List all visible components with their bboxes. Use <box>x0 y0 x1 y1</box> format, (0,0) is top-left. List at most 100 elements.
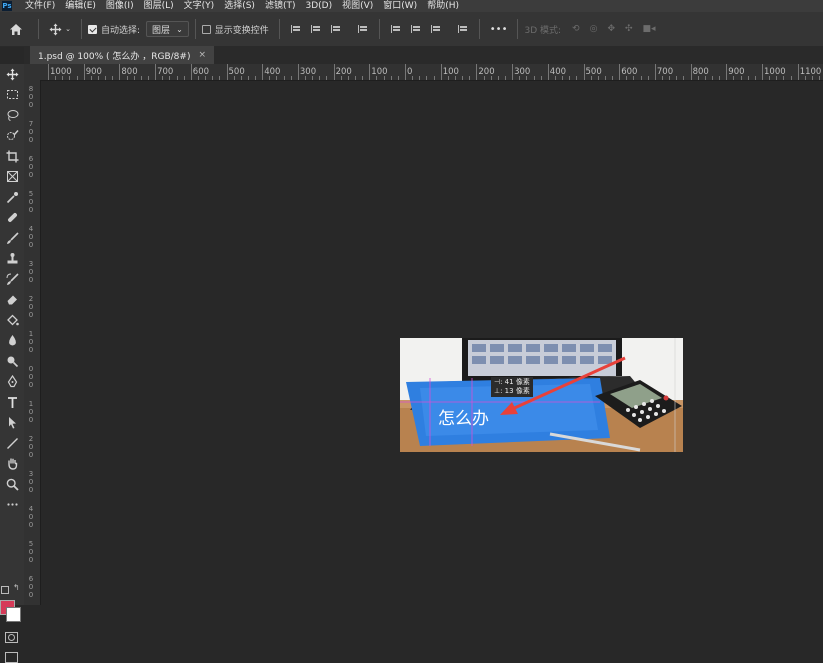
ruler-label: 0 <box>28 365 34 373</box>
text-layer[interactable]: 怎么办 <box>438 404 489 429</box>
ruler-tick <box>276 76 278 80</box>
align-top-icon[interactable] <box>390 24 401 34</box>
vertical-ruler[interactable]: 8007006005004003002001000001002003004005… <box>24 80 41 605</box>
ruler-tick <box>469 76 471 80</box>
quick-select-icon <box>6 130 19 141</box>
ruler-label: 500 <box>585 67 602 77</box>
eyedropper-tool[interactable] <box>0 187 24 208</box>
move-tool[interactable] <box>0 64 24 85</box>
ruler-label: 0 <box>28 101 34 109</box>
ruler-label: 2 <box>28 295 34 303</box>
ruler-tick <box>219 76 221 80</box>
ruler-tick <box>397 76 399 80</box>
line-tool[interactable] <box>0 433 24 454</box>
clone-stamp-tool[interactable] <box>0 249 24 270</box>
ruler-label: 0 <box>28 338 34 346</box>
align-bottom-icon[interactable] <box>430 24 441 34</box>
ruler-tick <box>183 76 185 80</box>
auto-select-target-value: 图层 <box>152 25 171 36</box>
more-tools-button[interactable] <box>0 495 24 516</box>
pan-3d-icon[interactable]: ✥ <box>607 24 615 34</box>
quick-select-tool[interactable] <box>0 126 24 147</box>
ruler-tick <box>226 64 228 80</box>
distribute-h-icon[interactable] <box>357 24 368 34</box>
menu-layer[interactable]: 图层(L) <box>139 0 179 12</box>
menu-3d[interactable]: 3D(D) <box>300 0 337 12</box>
ruler-tick <box>262 64 264 80</box>
menu-filter[interactable]: 滤镜(T) <box>260 0 301 12</box>
frame-tool[interactable] <box>0 167 24 188</box>
default-colors-icon[interactable] <box>1 586 9 594</box>
ruler-tick <box>483 76 485 80</box>
zoom-tool[interactable] <box>0 474 24 495</box>
orbit-3d-icon[interactable]: ⟲ <box>572 24 580 34</box>
quick-mask-icon <box>8 634 15 641</box>
paint-bucket-tool[interactable] <box>0 310 24 331</box>
ruler-tick <box>126 76 128 80</box>
ruler-label: 1000 <box>764 67 786 77</box>
divider <box>378 19 380 39</box>
ruler-tick <box>640 76 642 80</box>
menu-file[interactable]: 文件(F) <box>20 0 60 12</box>
move-tool-preset-button[interactable]: ⌄ <box>45 23 75 36</box>
lasso-tool[interactable] <box>0 105 24 126</box>
auto-select-checkbox[interactable] <box>88 24 97 34</box>
photoshop-logo-icon[interactable]: Ps <box>2 1 12 11</box>
more-options-button[interactable]: ••• <box>490 24 508 35</box>
show-transform-checkbox[interactable] <box>201 24 211 34</box>
ruler-tick <box>440 64 442 80</box>
pen-tool[interactable] <box>0 372 24 393</box>
roll-3d-icon[interactable]: ◎ <box>590 24 598 34</box>
align-middle-v-icon[interactable] <box>410 24 421 34</box>
align-left-icon[interactable] <box>290 24 301 34</box>
path-selection-tool[interactable] <box>0 413 24 434</box>
menu-type[interactable]: 文字(Y) <box>179 0 220 12</box>
ruler-tick <box>797 64 799 80</box>
menu-help[interactable]: 帮助(H) <box>422 0 464 12</box>
healing-brush-tool[interactable] <box>0 208 24 229</box>
close-icon[interactable]: × <box>198 50 206 60</box>
ruler-tick <box>412 76 414 80</box>
distribute-v-icon[interactable] <box>457 24 468 34</box>
align-right-icon[interactable] <box>330 24 341 34</box>
menu-select[interactable]: 选择(S) <box>219 0 260 12</box>
type-tool[interactable] <box>0 392 24 413</box>
align-center-h-icon[interactable] <box>310 24 321 34</box>
camera-3d-icon[interactable]: ■◂ <box>643 24 656 34</box>
ruler-tick <box>626 76 628 80</box>
ruler-tick <box>76 76 78 80</box>
document-tab[interactable]: 1.psd @ 100% ( 怎么办 ，RGB/8#) × <box>30 46 215 64</box>
horizontal-ruler[interactable]: 1000 900 800 700 600 500 400 300 200 100 0 100 200 30… <box>40 64 823 81</box>
history-brush-tool[interactable] <box>0 269 24 290</box>
ruler-label: 600 <box>192 67 210 77</box>
home-button[interactable] <box>0 23 32 36</box>
quick-mask-button[interactable] <box>5 632 18 643</box>
background-color-swatch[interactable] <box>6 607 21 622</box>
ruler-tick <box>433 76 435 80</box>
menu-view[interactable]: 视图(V) <box>337 0 378 12</box>
screen-mode-button[interactable] <box>5 652 18 663</box>
ruler-tick <box>147 76 149 80</box>
ruler-label: 8 <box>28 85 34 93</box>
slide-3d-icon[interactable]: ✣ <box>625 24 633 34</box>
dodge-tool[interactable] <box>0 351 24 372</box>
brush-tool[interactable] <box>0 228 24 249</box>
ruler-label: 800 <box>121 67 138 77</box>
swap-colors-icon[interactable]: ↰ <box>13 583 20 592</box>
marquee-tool[interactable] <box>0 85 24 106</box>
hand-tool[interactable] <box>0 454 24 475</box>
blur-tool[interactable] <box>0 331 24 352</box>
ruler-label: 700 <box>656 67 674 77</box>
eraser-tool[interactable] <box>0 290 24 311</box>
auto-select-target-dropdown[interactable]: 图层 ⌄ <box>146 21 189 37</box>
menu-edit[interactable]: 编辑(E) <box>60 0 101 12</box>
document-canvas[interactable]: 怎么办 ⊣: 41 像素 ⊥: 13 像素 <box>400 338 683 452</box>
crop-tool[interactable] <box>0 146 24 167</box>
show-transform-label: 显示变换控件 <box>214 25 269 36</box>
menu-window[interactable]: 窗口(W) <box>378 0 422 12</box>
ruler-label: 900 <box>728 67 745 77</box>
ruler-label: 0 <box>28 233 34 241</box>
ruler-label: 500 <box>228 67 245 77</box>
ruler-tick <box>554 76 556 80</box>
menu-image[interactable]: 图像(I) <box>101 0 139 12</box>
